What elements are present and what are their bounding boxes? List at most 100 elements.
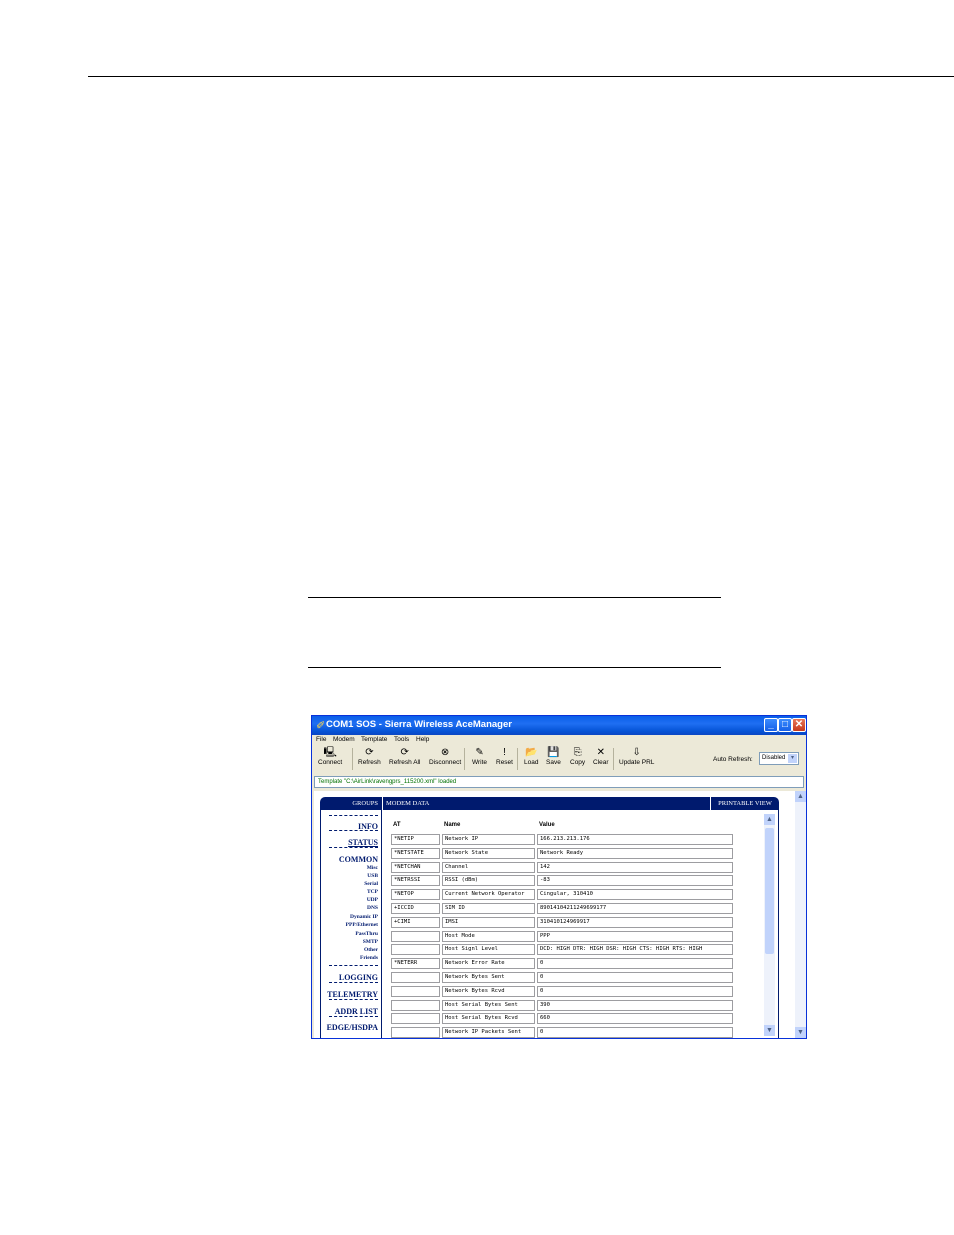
connect-icon: 🖳	[323, 747, 337, 758]
group-common[interactable]: COMMON	[339, 855, 378, 864]
printable-view-link[interactable]: PRINTABLE VIEW	[711, 797, 779, 810]
value-field[interactable]: DCD: HIGH DTR: HIGH DSR: HIGH CTS: HIGH …	[537, 944, 733, 956]
toolbar-label: Refresh	[358, 759, 381, 766]
name-cell: Host Serial Bytes Sent	[442, 999, 535, 1011]
toolbar-label: Copy	[570, 759, 586, 766]
menu-modem[interactable]: Modem	[333, 736, 355, 743]
value-field[interactable]: 142	[537, 861, 733, 873]
group-info[interactable]: INFO	[358, 822, 378, 831]
group-serial[interactable]: Serial	[364, 881, 378, 887]
status-message: Template "C:\AirLink\ravengprs_115200.xm…	[318, 779, 457, 785]
disconnect-button[interactable]: ⊗ Disconnect	[429, 746, 461, 766]
auto-refresh-label: Auto Refresh:	[713, 756, 753, 763]
toolbar-label: Save	[546, 759, 561, 766]
menu-bar: File Modem Template Tools Help	[312, 735, 806, 745]
group-tcp[interactable]: TCP	[367, 889, 378, 895]
group-usb[interactable]: USB	[367, 873, 378, 879]
value-field[interactable]: 0	[537, 1027, 733, 1038]
table-row: Network Bytes Sent 0	[383, 971, 753, 985]
chevron-down-icon[interactable]: ▼	[764, 1025, 775, 1036]
at-cell: +CIMI	[391, 916, 440, 928]
at-cell: *NETIP	[391, 834, 440, 845]
toolbar: Auto Refresh: Disabled ▾ 🖳 Connect ⟳ Refres…	[312, 746, 806, 772]
update-prl-button[interactable]: ⇩ Update PRL	[619, 746, 654, 766]
toolbar-separator	[352, 748, 353, 770]
value-field[interactable]: 660	[537, 1013, 733, 1025]
table-row: *NETCHAN Channel 142	[383, 861, 753, 875]
refresh-all-button[interactable]: ⟳ Refresh All	[389, 746, 420, 766]
save-icon: 💾	[547, 747, 560, 758]
menu-help[interactable]: Help	[416, 736, 429, 743]
value-field[interactable]: 166.213.213.176	[537, 834, 733, 845]
toolbar-label: Update PRL	[619, 759, 655, 766]
group-divider	[329, 965, 378, 966]
table-scroll-thumb[interactable]	[765, 828, 774, 954]
menu-template[interactable]: Template	[361, 736, 387, 743]
group-dynamic-ip[interactable]: Dynamic IP	[350, 914, 378, 920]
connect-button[interactable]: 🖳 Connect	[318, 746, 342, 766]
value-field[interactable]: Network Ready	[537, 847, 733, 859]
value-field[interactable]: 0	[537, 985, 733, 997]
group-status[interactable]: STATUS	[348, 838, 378, 847]
value-field[interactable]: 310410124969917	[537, 916, 733, 928]
chevron-down-icon[interactable]: ▾	[788, 754, 797, 763]
clear-button[interactable]: ✕ Clear	[593, 746, 609, 766]
minimize-button[interactable]: _	[764, 718, 778, 732]
groups-header: GROUPS	[320, 797, 382, 810]
chevron-down-icon[interactable]: ▼	[795, 1027, 806, 1038]
group-misc[interactable]: Misc	[367, 865, 378, 871]
group-addr-list[interactable]: ADDR LIST	[335, 1007, 378, 1016]
group-smtp[interactable]: SMTP	[363, 939, 378, 945]
refresh-button[interactable]: ⟳ Refresh	[358, 746, 381, 766]
value-field[interactable]: 390	[537, 999, 733, 1011]
reset-button[interactable]: ! Reset	[496, 746, 513, 766]
toolbar-label: Clear	[593, 759, 609, 766]
toolbar-label: Disconnect	[429, 759, 462, 766]
group-telemetry[interactable]: TELEMETRY	[327, 990, 378, 999]
group-friends[interactable]: Friends	[360, 955, 378, 961]
toolbar-label: Write	[472, 759, 488, 766]
value-field[interactable]: 0	[537, 958, 733, 970]
toolbar-separator	[464, 748, 465, 770]
name-cell: Network Bytes Sent	[442, 972, 535, 983]
group-dns[interactable]: DNS	[367, 905, 378, 911]
value-field[interactable]: -83	[537, 875, 733, 887]
modem-data-table: AT Name Value ▲ ▼ *NETIP Network IP 166.21…	[383, 810, 779, 1038]
title-bar[interactable]: ✐ COM1 SOS - Sierra Wireless AceManager …	[312, 716, 806, 735]
chevron-up-icon[interactable]: ▲	[764, 814, 775, 825]
value-field[interactable]: PPP	[537, 930, 733, 942]
name-cell: Current Network Operator	[442, 889, 535, 901]
menu-file[interactable]: File	[316, 736, 326, 743]
group-divider	[329, 999, 378, 1000]
close-button[interactable]: ✕	[792, 718, 806, 732]
group-ppp-ethernet[interactable]: PPP/Ethernet	[346, 922, 378, 928]
copy-button[interactable]: ⎘ Copy	[570, 746, 585, 766]
group-divider	[329, 815, 378, 816]
window-scrollbar[interactable]: ▲ ▼	[795, 791, 806, 1038]
name-cell: RSSI (dBm)	[442, 875, 535, 887]
at-cell	[391, 985, 440, 997]
value-field[interactable]: 89014104211249699177	[537, 903, 733, 914]
maximize-button[interactable]: □	[778, 718, 792, 732]
group-other[interactable]: Other	[364, 947, 378, 953]
menu-tools[interactable]: Tools	[394, 736, 409, 743]
toolbar-separator	[613, 748, 614, 770]
at-cell: *NETOP	[391, 889, 440, 901]
auto-refresh-select[interactable]: Disabled ▾	[759, 752, 799, 765]
load-button[interactable]: 📂 Load	[524, 746, 538, 766]
write-button[interactable]: ✎ Write	[472, 746, 487, 766]
chevron-up-icon[interactable]: ▲	[795, 791, 806, 802]
group-logging[interactable]: LOGGING	[339, 973, 378, 982]
value-field[interactable]: Cingular, 310410	[537, 889, 733, 901]
toolbar-label: Load	[524, 759, 539, 766]
table-scrollbar[interactable]: ▲ ▼	[764, 814, 775, 1036]
group-divider	[329, 1016, 378, 1017]
save-button[interactable]: 💾 Save	[546, 746, 561, 766]
clear-icon: ✕	[596, 747, 605, 758]
group-passthru[interactable]: PassThru	[355, 931, 378, 937]
value-field[interactable]: 0	[537, 972, 733, 983]
group-edge-hsdpa[interactable]: EDGE/HSDPA	[327, 1023, 378, 1032]
at-cell: *NETRSSI	[391, 875, 440, 887]
table-row: *NETSTATE Network State Network Ready	[383, 847, 753, 861]
group-udp[interactable]: UDP	[367, 897, 378, 903]
